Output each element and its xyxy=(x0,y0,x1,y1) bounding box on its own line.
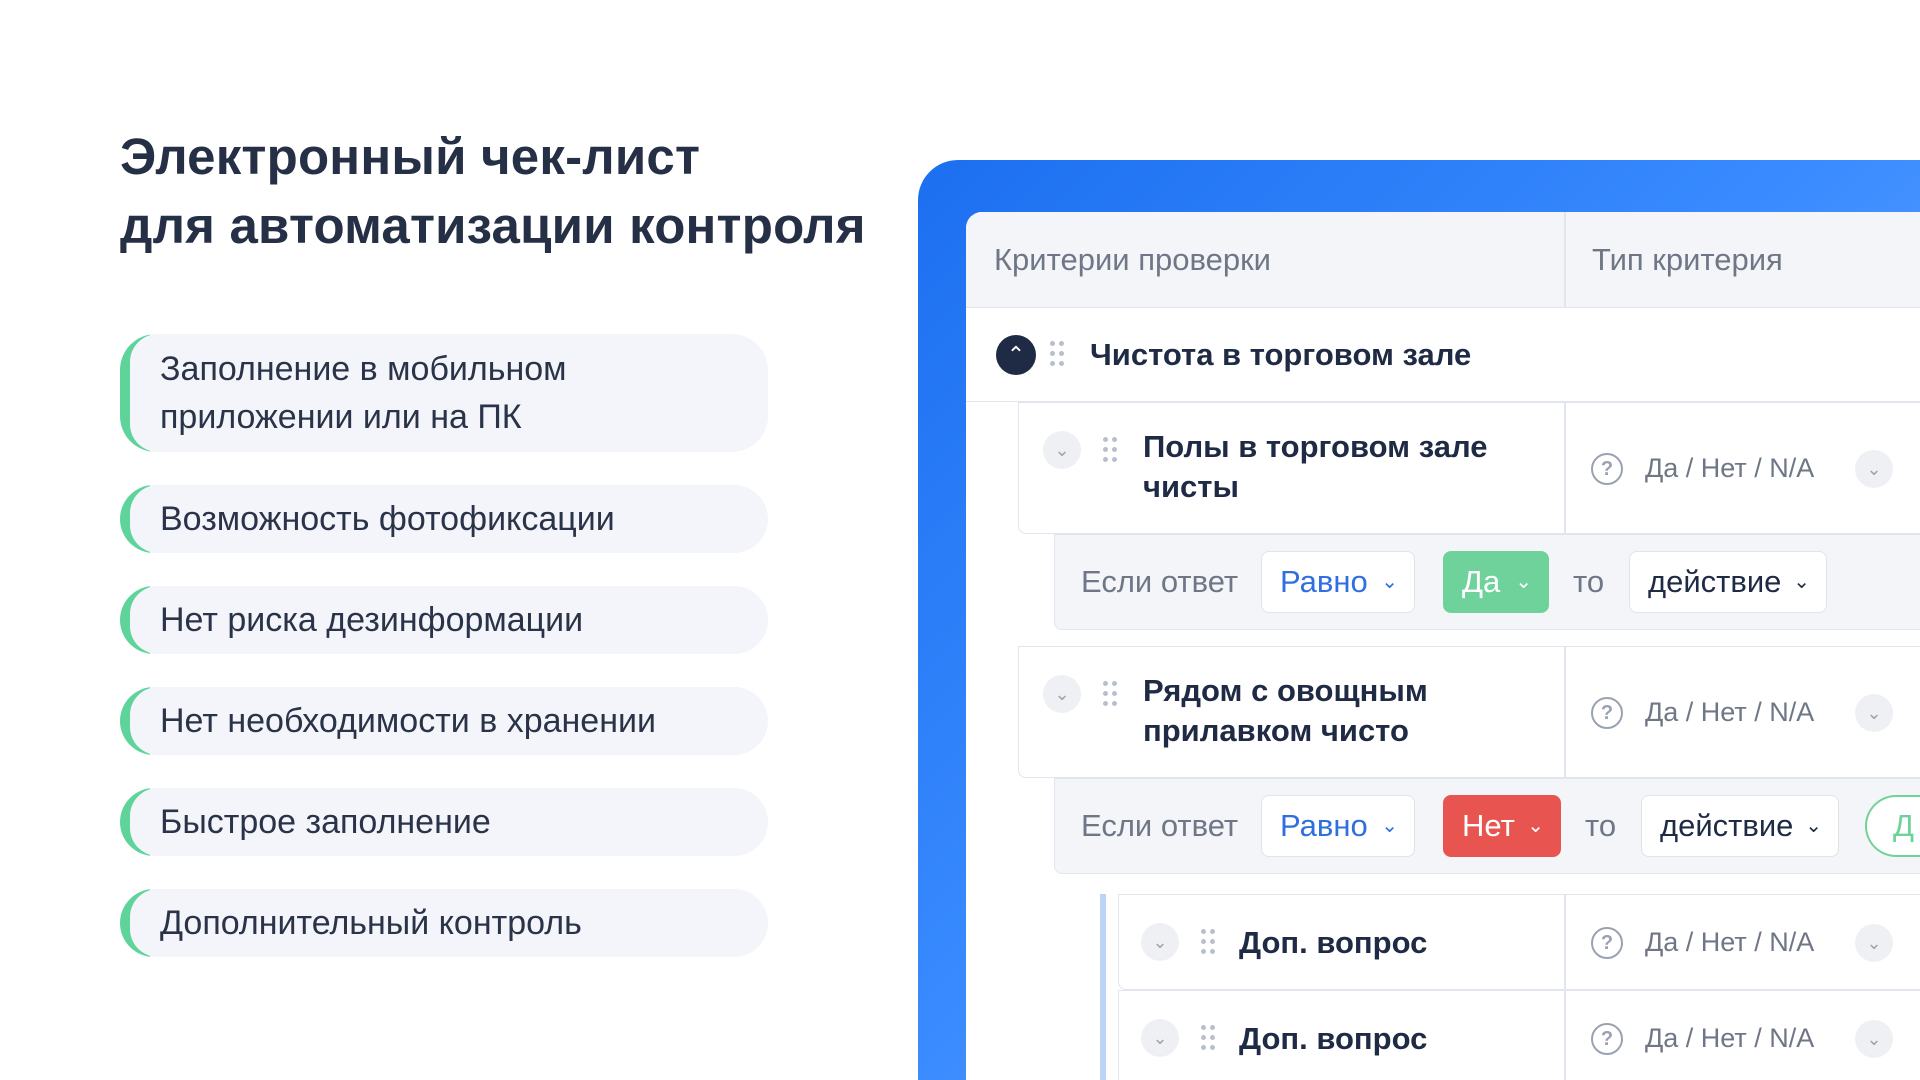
chevron-down-icon[interactable]: ⌄ xyxy=(1043,431,1081,469)
answer-type: Да / Нет / N/A xyxy=(1645,697,1815,727)
column-divider xyxy=(1564,403,1566,533)
headline-line-2: для автоматизации контроля xyxy=(120,197,866,254)
condition-then-label: то xyxy=(1573,564,1605,599)
chevron-down-icon[interactable]: ⌄ xyxy=(1855,1020,1893,1058)
chevron-down-icon: ⌄ xyxy=(1381,571,1398,593)
sub-question-row[interactable]: ⌄ Доп. вопрос ? Да / Нет / N/A ⌄ xyxy=(1118,990,1920,1080)
column-divider xyxy=(1564,991,1566,1080)
chevron-down-icon: ⌄ xyxy=(1793,571,1810,593)
answer-value-select[interactable]: Да ⌄ xyxy=(1443,551,1549,613)
group-row: ⌃ Чистота в торговом зале xyxy=(966,308,1920,402)
sub-question-row[interactable]: ⌄ Доп. вопрос ? Да / Нет / N/A ⌄ xyxy=(1118,894,1920,990)
answer-type: Да / Нет / N/A xyxy=(1645,927,1815,957)
answer-type: Да / Нет / N/A xyxy=(1645,1023,1815,1053)
column-divider xyxy=(1564,647,1566,777)
chevron-down-icon[interactable]: ⌄ xyxy=(1855,450,1893,488)
action-select[interactable]: действие ⌄ xyxy=(1641,795,1839,857)
condition-then-label: то xyxy=(1585,808,1617,843)
answer-value: Да xyxy=(1462,564,1501,599)
chevron-down-icon: ⌄ xyxy=(1805,815,1822,837)
operator-select[interactable]: Равно ⌄ xyxy=(1261,551,1415,613)
group-title: Чистота в торговом зале xyxy=(1090,337,1472,372)
headline-line-1: Электронный чек-лист xyxy=(120,128,701,185)
chevron-down-icon[interactable]: ⌄ xyxy=(1043,675,1081,713)
chevron-down-icon[interactable]: ⌄ xyxy=(1141,1019,1179,1057)
extra-action-pill[interactable]: Д xyxy=(1865,795,1920,857)
table-header: Критерии проверки Тип критерия xyxy=(966,212,1920,308)
item-title: Полы в торговом зале чисты xyxy=(1143,427,1487,507)
feature-text: Нет риска дезинформации xyxy=(160,601,584,639)
feature-text-line: Заполнение в мобильном xyxy=(160,350,567,388)
item-title-line: Рядом с овощным xyxy=(1143,673,1428,708)
operator-value: Равно xyxy=(1280,564,1368,599)
feature-item: Возможность фотофиксации xyxy=(120,485,768,553)
action-value: действие xyxy=(1660,808,1794,843)
feature-text: Возможность фотофиксации xyxy=(160,500,615,538)
chevron-down-icon: ⌄ xyxy=(1527,815,1544,837)
feature-item: Дополнительный контроль xyxy=(120,889,768,957)
answer-type: Да / Нет / N/A xyxy=(1645,453,1815,483)
answer-value-select[interactable]: Нет ⌄ xyxy=(1443,795,1561,857)
sub-question-title: Доп. вопрос xyxy=(1239,1021,1428,1056)
sub-question-indicator xyxy=(1100,894,1106,1080)
drag-handle-icon[interactable] xyxy=(1103,681,1117,709)
drag-handle-icon[interactable] xyxy=(1103,437,1117,465)
answer-value: Нет xyxy=(1462,808,1515,843)
feature-text-line: приложении или на ПК xyxy=(160,398,522,436)
item-title: Рядом с овощным прилавком чисто xyxy=(1143,671,1428,751)
chevron-up-icon[interactable]: ⌃ xyxy=(996,335,1036,375)
feature-item: Нет необходимости в хранении xyxy=(120,687,768,755)
checklist-item[interactable]: ⌄ Рядом с овощным прилавком чисто ? Да /… xyxy=(1018,646,1920,778)
page-headline: Электронный чек-лист для автоматизации к… xyxy=(120,122,866,260)
condition-row: Если ответ Равно ⌄ Нет ⌄ то действие ⌄ Д xyxy=(1054,778,1920,874)
operator-select[interactable]: Равно ⌄ xyxy=(1261,795,1415,857)
item-title-line: прилавком чисто xyxy=(1143,713,1409,748)
column-divider xyxy=(1564,895,1566,989)
header-criteria: Критерии проверки xyxy=(994,242,1271,277)
sub-question-title: Доп. вопрос xyxy=(1239,925,1428,960)
feature-text: Нет необходимости в хранении xyxy=(160,702,656,740)
question-mark-icon[interactable]: ? xyxy=(1591,1023,1623,1055)
checklist-item[interactable]: ⌄ Полы в торговом зале чисты ? Да / Нет … xyxy=(1018,402,1920,534)
feature-list: Заполнение в мобильном приложении или на… xyxy=(120,334,768,990)
feature-item: Нет риска дезинформации xyxy=(120,586,768,654)
question-mark-icon[interactable]: ? xyxy=(1591,697,1623,729)
drag-handle-icon[interactable] xyxy=(1050,341,1064,369)
chevron-down-icon: ⌄ xyxy=(1515,571,1532,593)
feature-item: Заполнение в мобильном приложении или на… xyxy=(120,334,768,452)
chevron-down-icon[interactable]: ⌄ xyxy=(1855,924,1893,962)
question-mark-icon[interactable]: ? xyxy=(1591,927,1623,959)
feature-item: Быстрое заполнение xyxy=(120,788,768,856)
drag-handle-icon[interactable] xyxy=(1201,1025,1215,1053)
action-value: действие xyxy=(1648,564,1782,599)
condition-if-label: Если ответ xyxy=(1081,808,1239,843)
chevron-down-icon: ⌄ xyxy=(1381,815,1398,837)
question-mark-icon[interactable]: ? xyxy=(1591,453,1623,485)
feature-text: Заполнение в мобильном приложении или на… xyxy=(160,345,567,441)
feature-text: Быстрое заполнение xyxy=(160,803,491,841)
chevron-down-icon[interactable]: ⌄ xyxy=(1141,923,1179,961)
header-type: Тип критерия xyxy=(1592,242,1783,277)
checklist-panel: Критерии проверки Тип критерия ⌃ Чистота… xyxy=(966,212,1920,1080)
condition-if-label: Если ответ xyxy=(1081,564,1239,599)
header-divider xyxy=(1564,212,1566,308)
condition-row: Если ответ Равно ⌄ Да ⌄ то действие ⌄ xyxy=(1054,534,1920,630)
action-select[interactable]: действие ⌄ xyxy=(1629,551,1827,613)
item-title-line: чисты xyxy=(1143,469,1239,504)
feature-text: Дополнительный контроль xyxy=(160,904,582,942)
drag-handle-icon[interactable] xyxy=(1201,929,1215,957)
chevron-down-icon[interactable]: ⌄ xyxy=(1855,694,1893,732)
operator-value: Равно xyxy=(1280,808,1368,843)
item-title-line: Полы в торговом зале xyxy=(1143,429,1488,464)
